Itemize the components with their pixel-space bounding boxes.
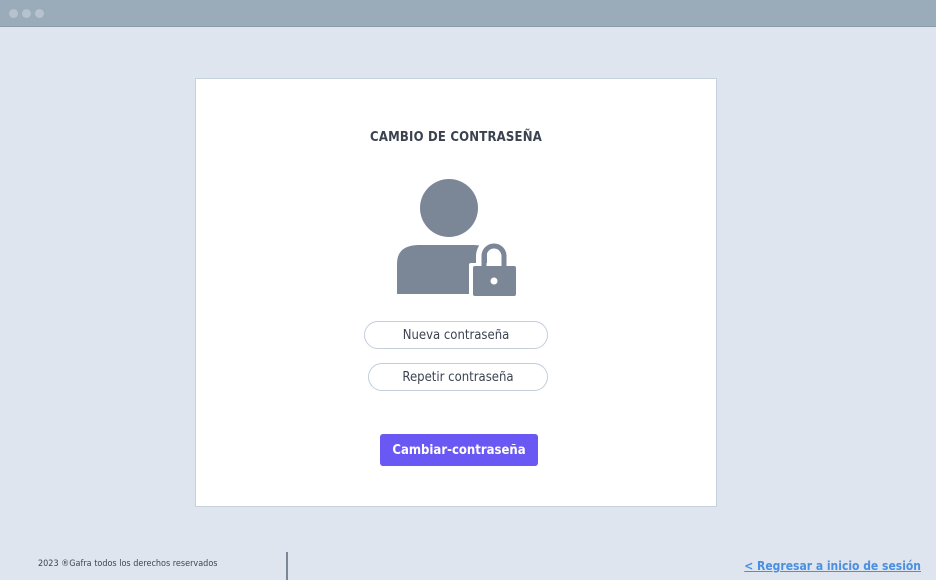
footer-copyright: 2023 ®Gafra todos los derechos reservado… xyxy=(38,559,218,569)
back-to-login-link[interactable]: < Regresar a inicio de sesión xyxy=(744,559,921,573)
window-control-dot[interactable] xyxy=(22,9,31,18)
window-titlebar xyxy=(0,0,936,27)
password-change-card: CAMBIO DE CONTRASEÑA Cambiar-contraseña xyxy=(195,78,717,507)
page-title: CAMBIO DE CONTRASEÑA xyxy=(370,130,542,145)
repeat-password-input[interactable] xyxy=(368,363,548,391)
window-control-dot[interactable] xyxy=(35,9,44,18)
new-password-input[interactable] xyxy=(364,321,548,349)
user-lock-icon xyxy=(397,179,518,297)
window-control-dot[interactable] xyxy=(9,9,18,18)
change-password-button[interactable]: Cambiar-contraseña xyxy=(380,434,538,466)
footer-divider xyxy=(286,552,288,580)
